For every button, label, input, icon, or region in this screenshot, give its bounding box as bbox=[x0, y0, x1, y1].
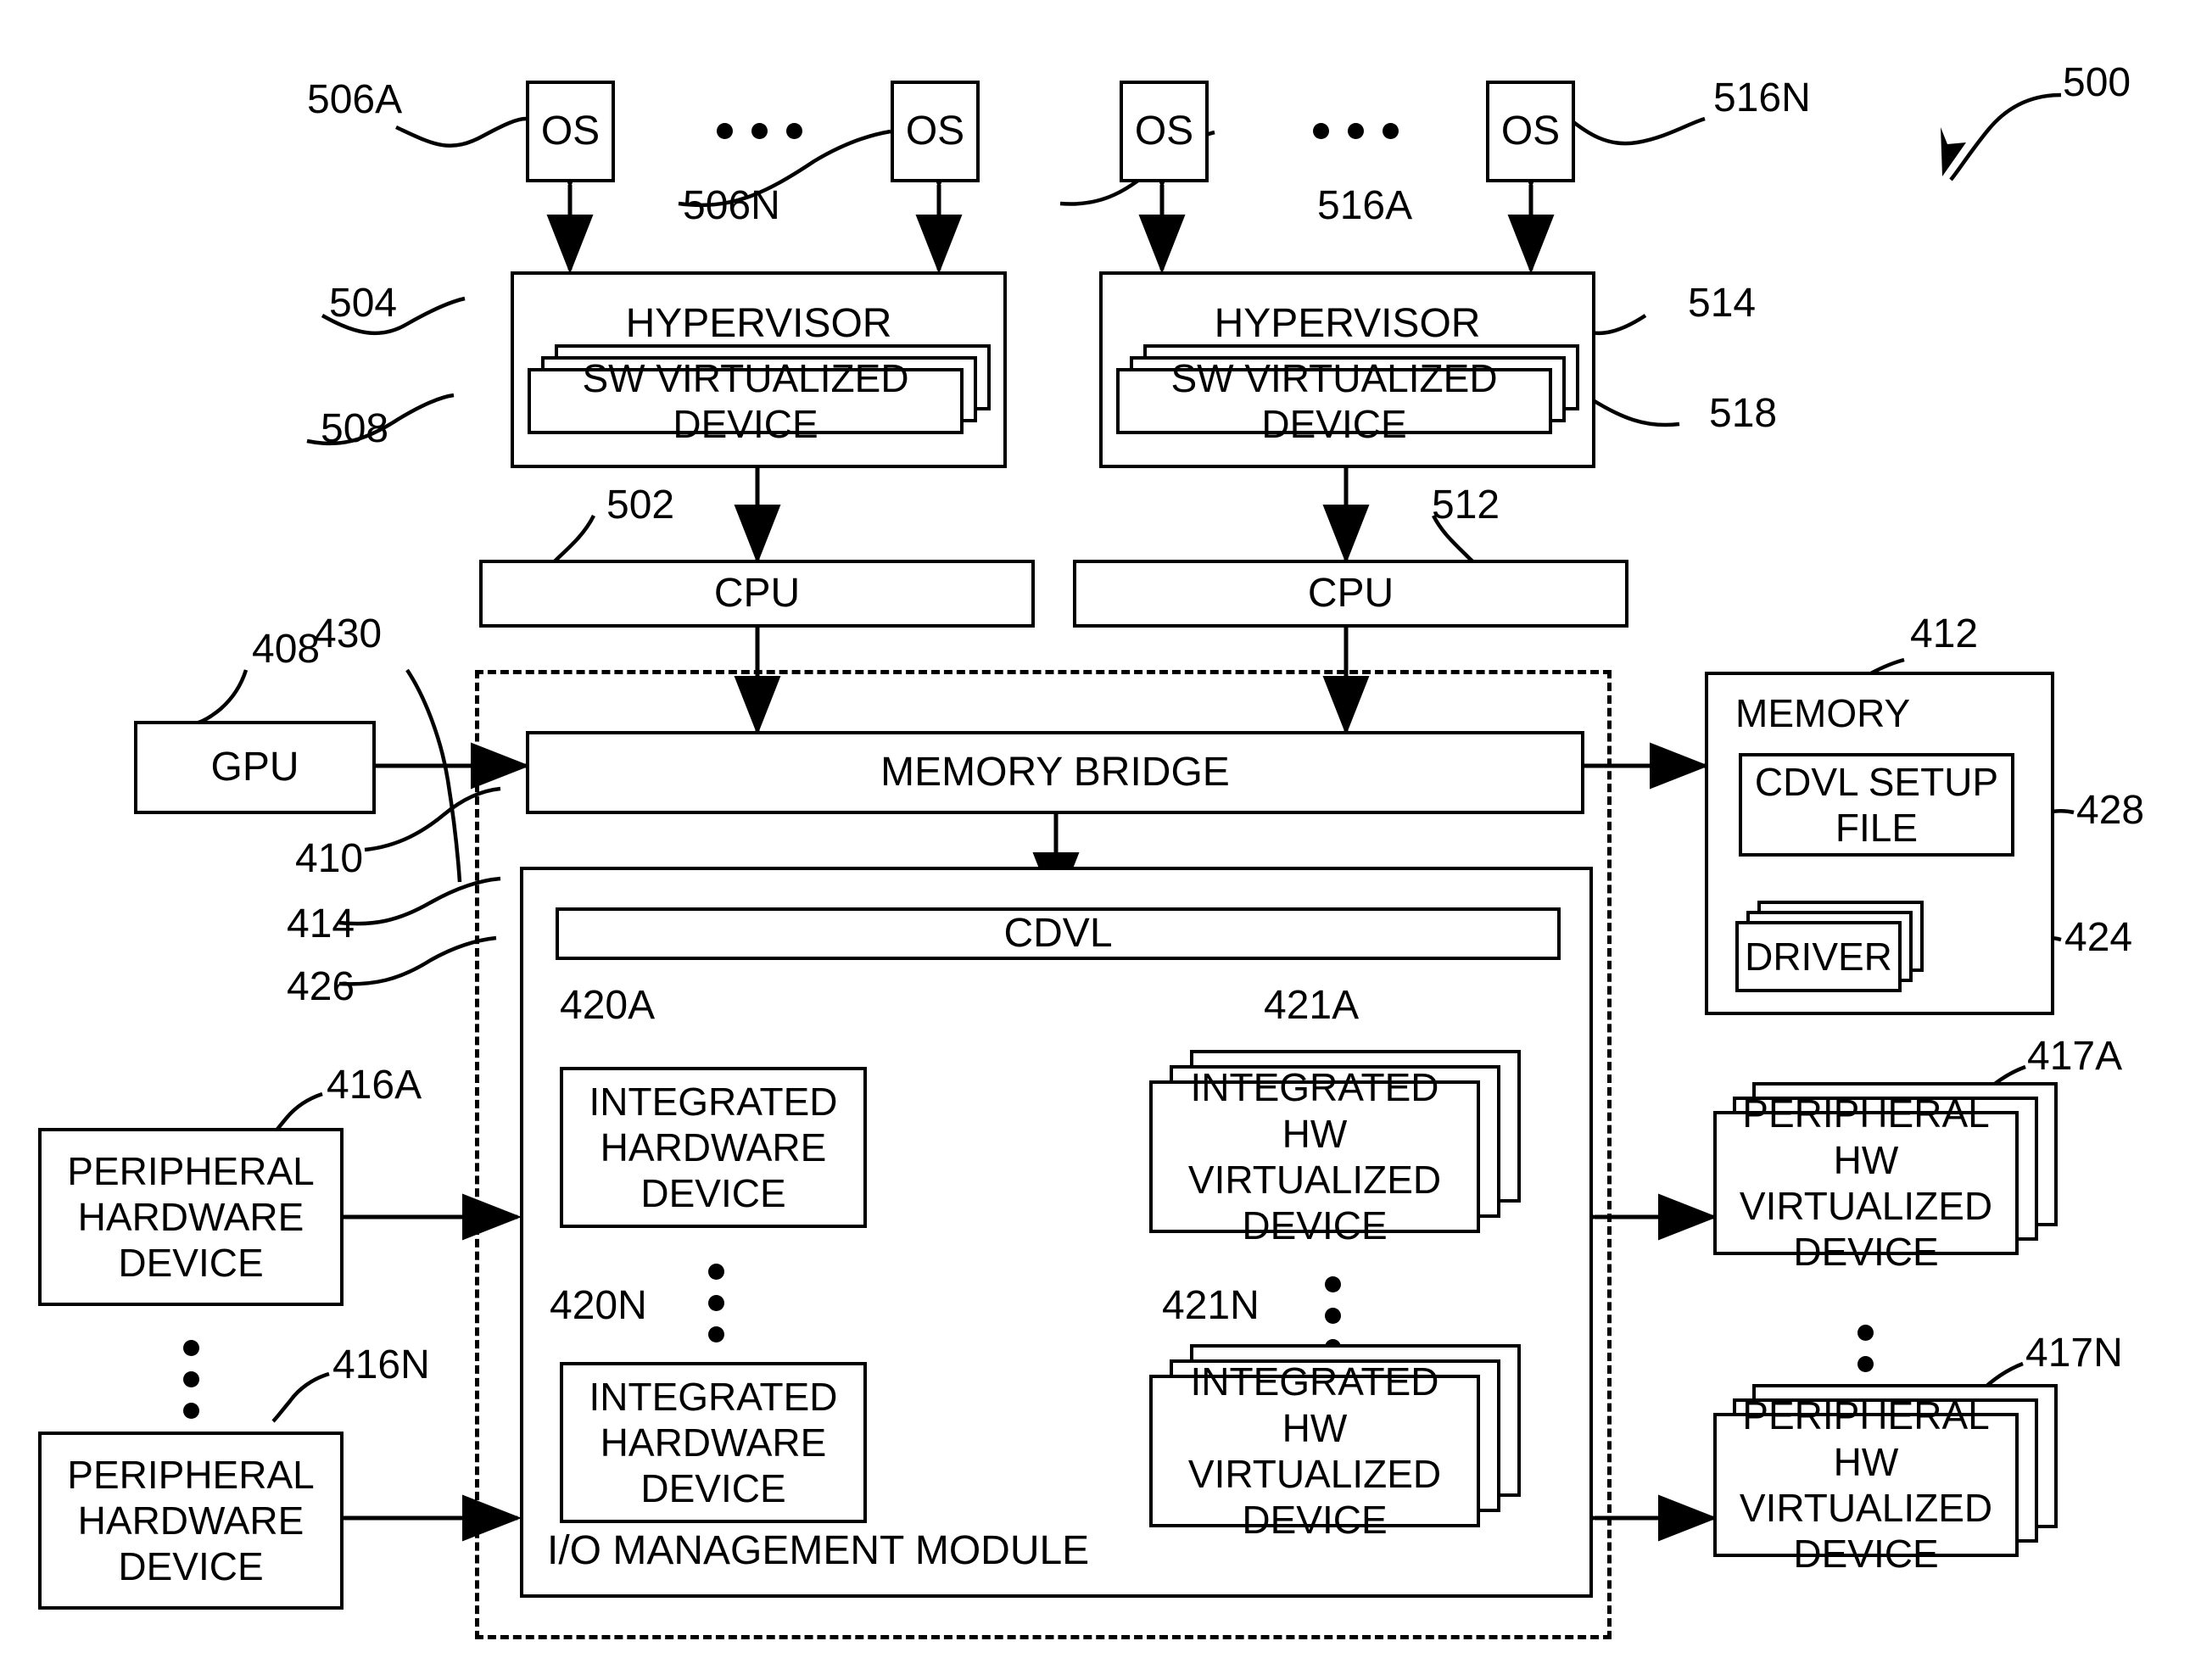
integrated-hw-virtualized-device-421n-label: INTEGRATED HW VIRTUALIZED DEVICE bbox=[1187, 1359, 1442, 1543]
ref-420a: 420A bbox=[560, 983, 656, 1028]
os-box-516n-label: OS bbox=[1500, 108, 1561, 153]
gpu-408-label: GPU bbox=[210, 744, 299, 790]
integrated-hw-virtualized-device-421a[interactable]: INTEGRATED HW VIRTUALIZED DEVICE bbox=[1149, 1065, 1480, 1247]
io-management-module-414-label: I/O MANAGEMENT MODULE bbox=[547, 1528, 1090, 1574]
hypervisor-504-label: HYPERVISOR bbox=[625, 301, 892, 346]
ref-506a: 506A bbox=[307, 77, 403, 122]
cdvl-426[interactable]: CDVL bbox=[556, 907, 1561, 960]
ref-506n: 506N bbox=[683, 183, 780, 228]
ref-417a: 417A bbox=[2027, 1034, 2123, 1079]
integrated-hw-virtualized-device-421a-stack[interactable]: INTEGRATED HW VIRTUALIZED DEVICE bbox=[1149, 1050, 1556, 1253]
ref-416a: 416A bbox=[327, 1063, 422, 1108]
integrated-hw-virtualized-device-421a-label: INTEGRATED HW VIRTUALIZED DEVICE bbox=[1187, 1065, 1442, 1248]
ref-414: 414 bbox=[287, 901, 355, 946]
os-box-516a-label: OS bbox=[1134, 108, 1194, 153]
os-box-506a[interactable]: OS bbox=[526, 81, 615, 182]
ref-420n: 420N bbox=[550, 1283, 647, 1328]
memory-bridge-410-label: MEMORY BRIDGE bbox=[880, 749, 1230, 795]
ref-421a: 421A bbox=[1264, 983, 1360, 1028]
ref-508: 508 bbox=[321, 406, 389, 451]
ref-516n: 516N bbox=[1713, 75, 1811, 120]
cdvl-setup-file-428-label: CDVL SETUP FILE bbox=[1754, 759, 1999, 850]
ref-412: 412 bbox=[1910, 611, 1979, 656]
integrated-hardware-device-420a-label: INTEGRATED HARDWARE DEVICE bbox=[589, 1079, 838, 1216]
cpu-502[interactable]: CPU bbox=[479, 560, 1035, 628]
memory-412-label: MEMORY bbox=[1735, 691, 1911, 735]
os-box-516n[interactable]: OS bbox=[1486, 81, 1575, 182]
peripheral-hw-virtualized-device-417n[interactable]: PERIPHERAL HW VIRTUALIZED DEVICE bbox=[1713, 1393, 2019, 1576]
peripheral-hardware-device-416n[interactable]: PERIPHERAL HARDWARE DEVICE bbox=[38, 1432, 344, 1610]
hypervisor-514-label: HYPERVISOR bbox=[1214, 301, 1481, 346]
ref-figure-500: 500 bbox=[2063, 60, 2131, 105]
ref-424: 424 bbox=[2064, 915, 2133, 960]
ref-416n: 416N bbox=[332, 1342, 430, 1387]
sw-virtualized-device-508-stack[interactable]: SW VIRTUALIZED DEVICE bbox=[528, 344, 994, 446]
cdvl-426-label: CDVL bbox=[1003, 910, 1113, 956]
cpu-502-label: CPU bbox=[713, 570, 801, 616]
driver-424-label: DRIVER bbox=[1745, 934, 1892, 979]
ref-516a: 516A bbox=[1317, 183, 1413, 228]
ref-504: 504 bbox=[329, 281, 398, 326]
ref-426: 426 bbox=[287, 964, 355, 1009]
sw-virt-508-label: SW VIRTUALIZED DEVICE bbox=[582, 355, 909, 446]
sw-virtualized-device-518[interactable]: SW VIRTUALIZED DEVICE bbox=[1116, 356, 1552, 446]
peripheral-hardware-device-416a-label: PERIPHERAL HARDWARE DEVICE bbox=[67, 1148, 315, 1286]
integrated-hardware-device-420n[interactable]: INTEGRATED HARDWARE DEVICE bbox=[560, 1362, 867, 1523]
integrated-hardware-device-420n-label: INTEGRATED HARDWARE DEVICE bbox=[589, 1374, 838, 1511]
peripheral-hw-virtualized-device-417a-label: PERIPHERAL HW VIRTUALIZED DEVICE bbox=[1739, 1091, 1993, 1275]
cpu-512[interactable]: CPU bbox=[1073, 560, 1628, 628]
ref-421n: 421N bbox=[1162, 1283, 1260, 1328]
os-ellipsis-right bbox=[1313, 123, 1399, 139]
cdvl-setup-file-428[interactable]: CDVL SETUP FILE bbox=[1739, 753, 2014, 857]
peripheral-hw-virtualized-device-417a[interactable]: PERIPHERAL HW VIRTUALIZED DEVICE bbox=[1713, 1091, 2019, 1274]
ref-428: 428 bbox=[2076, 788, 2145, 833]
integrated-hardware-device-420a[interactable]: INTEGRATED HARDWARE DEVICE bbox=[560, 1067, 867, 1228]
integrated-hw-virtualized-device-421n[interactable]: INTEGRATED HW VIRTUALIZED DEVICE bbox=[1149, 1359, 1480, 1542]
integrated-hw-virtualized-device-421n-stack[interactable]: INTEGRATED HW VIRTUALIZED DEVICE bbox=[1149, 1344, 1556, 1548]
ref-512: 512 bbox=[1432, 483, 1500, 527]
ref-410: 410 bbox=[295, 836, 364, 881]
peripheral-hardware-device-ellipsis bbox=[183, 1340, 199, 1419]
ref-430: 430 bbox=[314, 611, 383, 656]
os-box-516a[interactable]: OS bbox=[1120, 81, 1209, 182]
sw-virt-518-label: SW VIRTUALIZED DEVICE bbox=[1170, 355, 1498, 446]
ref-514: 514 bbox=[1688, 281, 1757, 326]
driver-424[interactable]: DRIVER bbox=[1735, 921, 1902, 992]
peripheral-hardware-device-416a[interactable]: PERIPHERAL HARDWARE DEVICE bbox=[38, 1128, 344, 1306]
ref-518: 518 bbox=[1709, 391, 1778, 436]
ref-408: 408 bbox=[252, 627, 321, 672]
peripheral-hw-virtualized-device-417a-stack[interactable]: PERIPHERAL HW VIRTUALIZED DEVICE bbox=[1713, 1082, 2086, 1277]
memory-bridge-410[interactable]: MEMORY BRIDGE bbox=[526, 731, 1584, 814]
os-box-506n-label: OS bbox=[905, 108, 965, 153]
peripheral-hardware-device-416n-label: PERIPHERAL HARDWARE DEVICE bbox=[67, 1452, 315, 1589]
peripheral-hw-virtualized-device-417n-label: PERIPHERAL HW VIRTUALIZED DEVICE bbox=[1739, 1393, 1993, 1577]
cpu-512-label: CPU bbox=[1307, 570, 1394, 616]
ref-417n: 417N bbox=[2025, 1331, 2123, 1376]
peripheral-hw-virtualized-device-417n-stack[interactable]: PERIPHERAL HW VIRTUALIZED DEVICE bbox=[1713, 1384, 2086, 1579]
ref-502: 502 bbox=[606, 483, 675, 527]
os-box-506n[interactable]: OS bbox=[891, 81, 980, 182]
gpu-408[interactable]: GPU bbox=[134, 721, 376, 814]
patent-figure-500: OS OS OS OS 506A 506N 516A 516N 500 HYPE… bbox=[0, 0, 2201, 1680]
integrated-hardware-device-ellipsis bbox=[708, 1264, 724, 1342]
os-ellipsis-left bbox=[717, 123, 802, 139]
driver-424-stack[interactable]: DRIVER bbox=[1735, 901, 1990, 1002]
os-box-506a-label: OS bbox=[540, 108, 601, 153]
sw-virtualized-device-518-stack[interactable]: SW VIRTUALIZED DEVICE bbox=[1116, 344, 1583, 446]
sw-virtualized-device-508[interactable]: SW VIRTUALIZED DEVICE bbox=[528, 356, 964, 446]
